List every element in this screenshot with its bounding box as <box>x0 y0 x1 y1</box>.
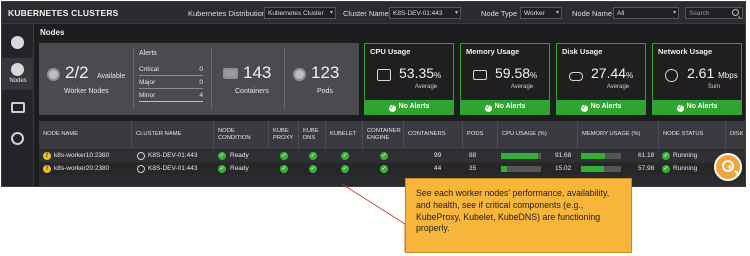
callout-text: See each worker nodes' performance, avai… <box>416 188 610 234</box>
connector-line <box>341 183 406 252</box>
callout-note: See each worker nodes' performance, avai… <box>405 178 632 253</box>
callout-connector <box>341 183 406 252</box>
